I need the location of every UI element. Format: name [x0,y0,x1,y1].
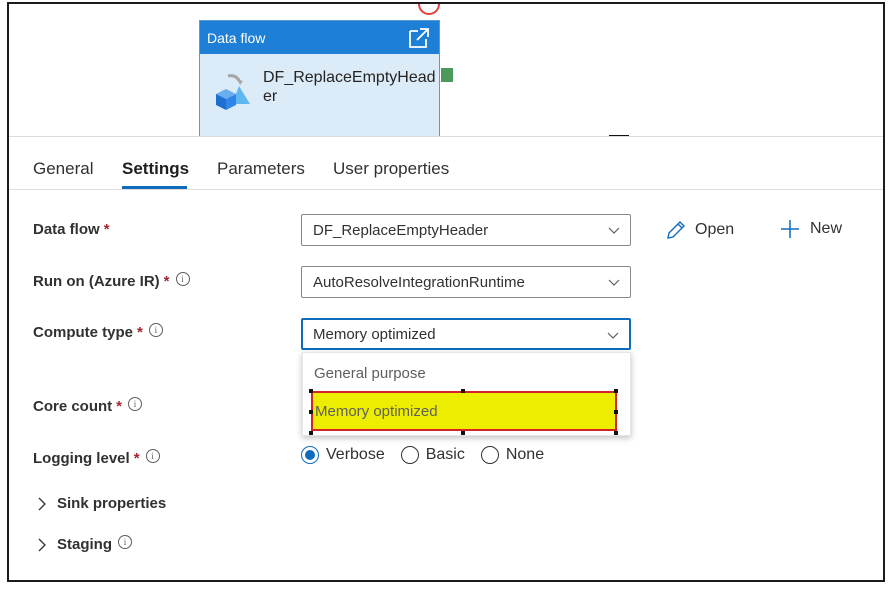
logging-level-label: Logging level * i [33,448,160,467]
required-mark: * [133,450,140,467]
info-icon[interactable]: i [148,322,163,337]
logging-level-radio-group: Verbose Basic None [301,446,560,464]
selection-handle [309,389,313,393]
chevron-right-icon [38,538,46,551]
info-icon[interactable]: i [118,534,132,549]
option-memory-optimized[interactable]: Memory optimized [311,391,617,431]
selection-handle [614,389,618,393]
option-label: Memory optimized [315,402,438,420]
tab-user-properties[interactable]: User properties [333,159,449,179]
selection-handle [614,410,618,414]
run-on-label: Run on (Azure IR) * i [33,271,190,290]
chevron-down-icon [607,332,619,339]
selection-handle [614,431,618,435]
logging-level-label-text: Logging level [33,450,130,467]
tab-parameters[interactable]: Parameters [217,159,305,179]
properties-panel: General Settings Parameters User propert… [9,136,883,580]
radio-none[interactable]: None [480,446,545,464]
radio-verbose[interactable]: Verbose [301,446,385,464]
run-on-label-text: Run on (Azure IR) [33,273,160,290]
selection-handle [461,431,465,435]
selection-handle [461,389,465,393]
pencil-icon [667,221,685,239]
activity-body: DF_ReplaceEmptyHeader [200,54,439,134]
pipeline-canvas[interactable]: Data flow DF_ReplaceEmptyHeader [9,4,883,140]
activity-type-label: Data flow [207,29,266,46]
new-label: New [810,220,843,237]
info-icon[interactable]: i [145,448,160,463]
active-tab-indicator [122,186,187,189]
chevron-right-icon [38,497,46,510]
radio-circle[interactable] [480,446,499,464]
radio-label: Basic [425,446,465,463]
chevron-down-icon [608,227,620,234]
compute-type-label: Compute type * i [33,322,163,341]
radio-label: None [505,446,545,463]
data-flow-value: DF_ReplaceEmptyHeader [313,221,489,239]
option-general-purpose[interactable]: General purpose [303,353,630,393]
screenshot-frame: Data flow DF_ReplaceEmptyHeader General … [7,2,885,582]
connection-handle[interactable] [418,4,440,15]
radio-circle[interactable] [400,446,419,464]
plus-icon [781,220,799,238]
compute-type-dropdown-list: General purpose Memory optimized [302,352,631,436]
compute-type-value: Memory optimized [313,325,436,343]
required-mark: * [137,324,143,341]
required-mark: * [163,273,170,290]
panel-tabs: General Settings Parameters User propert… [9,137,883,190]
tab-general[interactable]: General [33,159,93,179]
data-flow-activity[interactable]: Data flow DF_ReplaceEmptyHeader [199,20,440,140]
data-flow-select[interactable]: DF_ReplaceEmptyHeader [301,214,631,246]
info-icon[interactable]: i [128,396,143,411]
staging-expander[interactable]: Staging i [37,534,132,553]
integration-runtime-select[interactable]: AutoResolveIntegrationRuntime [301,266,631,298]
staging-label: Staging [57,536,112,553]
data-flow-label-text: Data flow [33,221,100,238]
compute-type-select[interactable]: Memory optimized [301,318,631,350]
radio-basic[interactable]: Basic [400,446,465,464]
chevron-down-icon [608,279,620,286]
integration-runtime-value: AutoResolveIntegrationRuntime [313,273,525,291]
selection-handle [309,410,313,414]
open-button[interactable]: Open [665,219,734,241]
activity-name: DF_ReplaceEmptyHeader [263,69,436,105]
success-output-port[interactable] [441,68,453,82]
sink-properties-expander[interactable]: Sink properties [37,495,166,512]
required-mark: * [116,398,123,415]
new-button[interactable]: New [780,219,842,239]
option-label: General purpose [314,364,426,382]
core-count-label: Core count * i [33,396,143,415]
required-mark: * [103,221,110,238]
radio-label: Verbose [326,446,385,463]
info-icon[interactable]: i [175,271,190,286]
tab-settings[interactable]: Settings [122,159,189,179]
open-label: Open [695,221,735,238]
compute-type-label-text: Compute type [33,324,134,341]
core-count-label-text: Core count [33,398,113,415]
selection-handle [309,431,313,435]
external-link-icon[interactable] [407,26,431,50]
sink-properties-label: Sink properties [57,495,167,512]
radio-circle[interactable] [301,446,319,464]
data-flow-icon [216,74,250,110]
data-flow-label: Data flow * [33,221,110,238]
activity-header: Data flow [200,21,439,54]
